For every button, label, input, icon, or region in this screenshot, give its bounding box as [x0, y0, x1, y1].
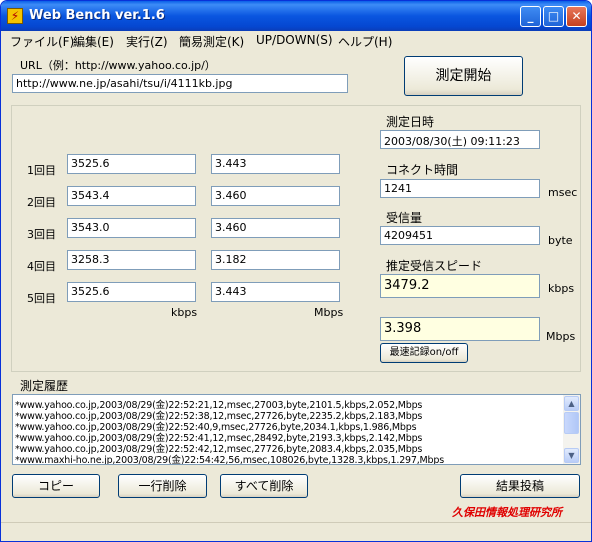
run-label: 3回目 — [27, 228, 56, 241]
run-mbps-field[interactable]: 3.182 — [211, 250, 340, 270]
run-label: 1回目 — [27, 164, 56, 177]
delete-all-button[interactable]: すべて削除 — [220, 474, 308, 498]
msec-unit-label: msec — [548, 186, 578, 199]
history-label: 測定履歴 — [20, 379, 69, 393]
window-title: Web Bench ver.1.6 — [29, 8, 165, 23]
speed-kbps-field[interactable]: 3479.2 — [380, 274, 540, 298]
datetime-label: 測定日時 — [386, 115, 435, 129]
speed-mbps-unit: Mbps — [546, 330, 576, 343]
run-label: 4回目 — [27, 260, 56, 273]
received-label: 受信量 — [386, 211, 423, 225]
menu-quick-measure[interactable]: 簡易測定(K) — [179, 33, 244, 50]
scroll-down-icon[interactable]: ▼ — [564, 448, 579, 463]
run-kbps-field[interactable]: 3525.6 — [67, 154, 196, 174]
run-kbps-field[interactable]: 3258.3 — [67, 250, 196, 270]
received-field[interactable]: 4209451 — [380, 226, 540, 245]
status-bar — [1, 522, 591, 541]
scroll-thumb[interactable] — [564, 412, 579, 434]
menu-bar: ファイル(F) 編集(E) 実行(Z) 簡易測定(K) UP/DOWN(S) ヘ… — [1, 31, 591, 50]
minimize-button[interactable]: _ — [520, 6, 541, 27]
datetime-field[interactable]: 2003/08/30(土) 09:11:23 — [380, 130, 540, 149]
run-mbps-field[interactable]: 3.443 — [211, 282, 340, 302]
history-scrollbar[interactable]: ▲ ▼ — [563, 395, 580, 464]
mbps-unit-label: Mbps — [314, 306, 344, 319]
lightning-icon: ⚡ — [7, 8, 23, 24]
kbps-unit-label: kbps — [171, 306, 198, 319]
run-label: 5回目 — [27, 292, 56, 305]
run-label: 2回目 — [27, 196, 56, 209]
url-label: URL（例：http://www.yahoo.co.jp/） — [20, 59, 216, 72]
run-kbps-field[interactable]: 3543.0 — [67, 218, 196, 238]
delete-line-button[interactable]: 一行削除 — [118, 474, 207, 498]
connect-time-label: コネクト時間 — [386, 163, 459, 177]
history-row[interactable]: *www.maxhi-ho.ne.jp,2003/08/29(金)22:54:4… — [15, 452, 444, 464]
close-button[interactable]: ✕ — [566, 6, 587, 27]
run-mbps-field[interactable]: 3.443 — [211, 154, 340, 174]
history-list[interactable]: *www.yahoo.co.jp,2003/08/29(金)22:52:21,1… — [12, 394, 581, 465]
maximize-button[interactable]: □ — [543, 6, 564, 27]
run-kbps-field[interactable]: 3543.4 — [67, 186, 196, 206]
url-input[interactable]: http://www.ne.jp/asahi/tsu/i/4111kb.jpg — [12, 74, 348, 93]
connect-time-field[interactable]: 1241 — [380, 179, 540, 198]
post-results-button[interactable]: 結果投稿 — [460, 474, 580, 498]
copy-button[interactable]: コピー — [12, 474, 100, 498]
menu-run[interactable]: 実行(Z) — [126, 33, 168, 50]
title-bar[interactable]: ⚡ Web Bench ver.1.6 _ □ ✕ — [1, 1, 591, 31]
menu-file[interactable]: ファイル(F) — [10, 33, 74, 50]
start-measure-button[interactable]: 測定開始 — [404, 56, 523, 96]
run-mbps-field[interactable]: 3.460 — [211, 218, 340, 238]
menu-help[interactable]: ヘルプ(H) — [338, 33, 392, 50]
menu-up-down[interactable]: UP/DOWN(S) — [256, 33, 333, 47]
speed-mbps-field[interactable]: 3.398 — [380, 317, 540, 341]
fastest-record-toggle-button[interactable]: 最速記録on/off — [380, 343, 468, 363]
byte-unit-label: byte — [548, 234, 573, 247]
run-kbps-field[interactable]: 3525.6 — [67, 282, 196, 302]
app-window: ⚡ Web Bench ver.1.6 _ □ ✕ ファイル(F) 編集(E) … — [0, 0, 592, 542]
scroll-up-icon[interactable]: ▲ — [564, 396, 579, 411]
run-mbps-field[interactable]: 3.460 — [211, 186, 340, 206]
speed-kbps-unit: kbps — [548, 282, 575, 295]
menu-edit[interactable]: 編集(E) — [73, 33, 114, 50]
credit-text: 久保田情報処理研究所 — [452, 506, 562, 519]
estimated-speed-label: 推定受信スピード — [386, 259, 483, 273]
